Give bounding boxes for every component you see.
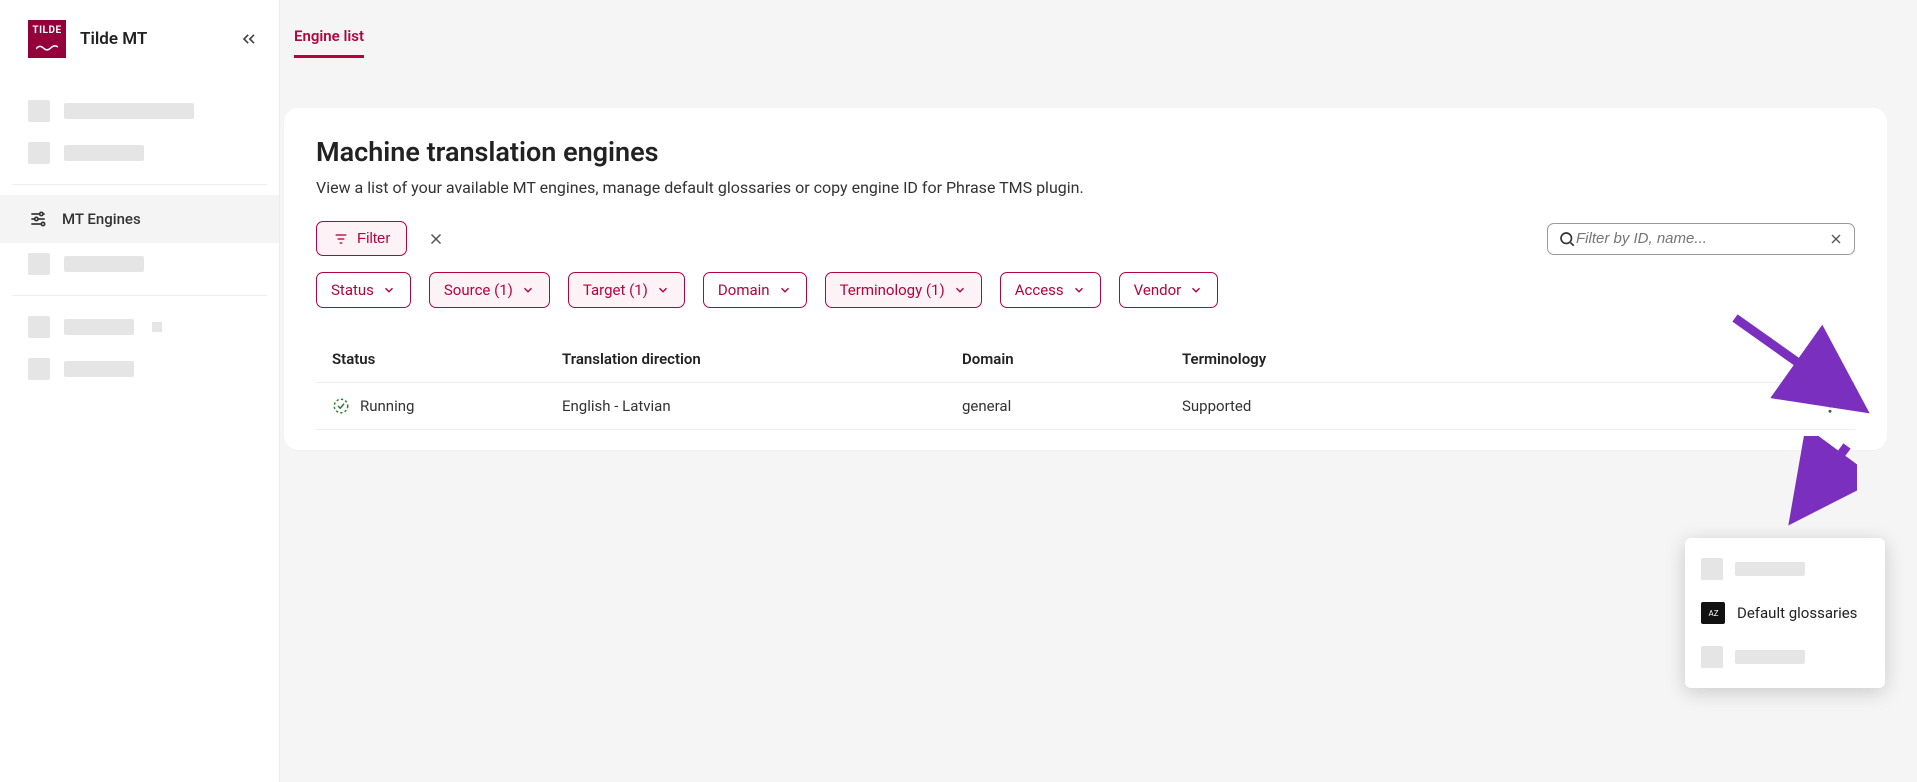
table-header: Status Translation direction Domain Term…: [316, 336, 1855, 383]
cell-status: Running: [360, 397, 414, 415]
col-terminology: Terminology: [1182, 350, 1442, 368]
nav-item-mt-engines[interactable]: MT Engines: [0, 195, 279, 243]
nav-placeholder: [0, 306, 279, 348]
chevron-down-icon: [656, 283, 670, 297]
row-menu-button[interactable]: [1821, 397, 1839, 415]
nav-placeholder: [0, 132, 279, 174]
annotation-arrow: [1787, 436, 1857, 526]
chevron-down-icon: [382, 283, 396, 297]
menu-placeholder: [1701, 558, 1869, 580]
filter-chip-target[interactable]: Target (1): [568, 272, 685, 308]
filter-chip-source[interactable]: Source (1): [429, 272, 550, 308]
filter-button[interactable]: Filter: [316, 221, 407, 256]
filter-chip-domain[interactable]: Domain: [703, 272, 807, 308]
tab-engine-list[interactable]: Engine list: [294, 27, 364, 58]
col-status: Status: [332, 350, 562, 368]
chevron-down-icon: [1072, 283, 1086, 297]
sidebar: TILDE Tilde MT MT Engines: [0, 0, 280, 782]
search-box[interactable]: [1547, 223, 1855, 255]
sliders-icon: [28, 209, 48, 229]
page-subtitle: View a list of your available MT engines…: [316, 178, 1855, 197]
filter-button-label: Filter: [357, 230, 390, 247]
row-context-menu: Default glossaries: [1685, 538, 1885, 688]
engines-table: Status Translation direction Domain Term…: [316, 336, 1855, 430]
filter-chip-vendor[interactable]: Vendor: [1119, 272, 1219, 308]
status-running-icon: [332, 397, 350, 415]
cell-domain: general: [962, 397, 1182, 415]
search-icon: [1558, 230, 1576, 248]
nav-label: MT Engines: [62, 210, 141, 228]
tabs: Engine list: [280, 0, 1917, 58]
filter-chip-access[interactable]: Access: [1000, 272, 1101, 308]
cell-terminology: Supported: [1182, 397, 1442, 415]
col-direction: Translation direction: [562, 350, 962, 368]
filter-chip-terminology[interactable]: Terminology (1): [825, 272, 982, 308]
collapse-sidebar-icon[interactable]: [239, 29, 259, 49]
chevron-down-icon: [1189, 283, 1203, 297]
menu-placeholder: [1701, 646, 1869, 668]
menu-item-label: Default glossaries: [1737, 604, 1857, 622]
search-input[interactable]: [1576, 230, 1828, 247]
col-domain: Domain: [962, 350, 1182, 368]
clear-search-icon[interactable]: [1828, 231, 1844, 247]
filter-chip-status[interactable]: Status: [316, 272, 411, 308]
clear-filters-button[interactable]: [423, 226, 449, 252]
chevron-down-icon: [521, 283, 535, 297]
page-title: Machine translation engines: [316, 136, 1855, 168]
nav-placeholder: [0, 90, 279, 132]
filter-icon: [333, 231, 349, 247]
brand-logo: TILDE: [28, 20, 66, 58]
main: Engine list Machine translation engines …: [280, 0, 1917, 782]
brand-name: Tilde MT: [80, 29, 147, 49]
engines-panel: Machine translation engines View a list …: [284, 108, 1887, 450]
menu-item-default-glossaries[interactable]: Default glossaries: [1701, 602, 1869, 624]
nav-placeholder: [0, 243, 279, 285]
table-row[interactable]: Running English - Latvian general Suppor…: [316, 383, 1855, 430]
glossary-icon: [1701, 602, 1725, 624]
chevron-down-icon: [953, 283, 967, 297]
nav-placeholder: [0, 348, 279, 390]
chevron-down-icon: [778, 283, 792, 297]
table-header-menu-button[interactable]: [1821, 350, 1839, 368]
cell-direction: English - Latvian: [562, 397, 962, 415]
